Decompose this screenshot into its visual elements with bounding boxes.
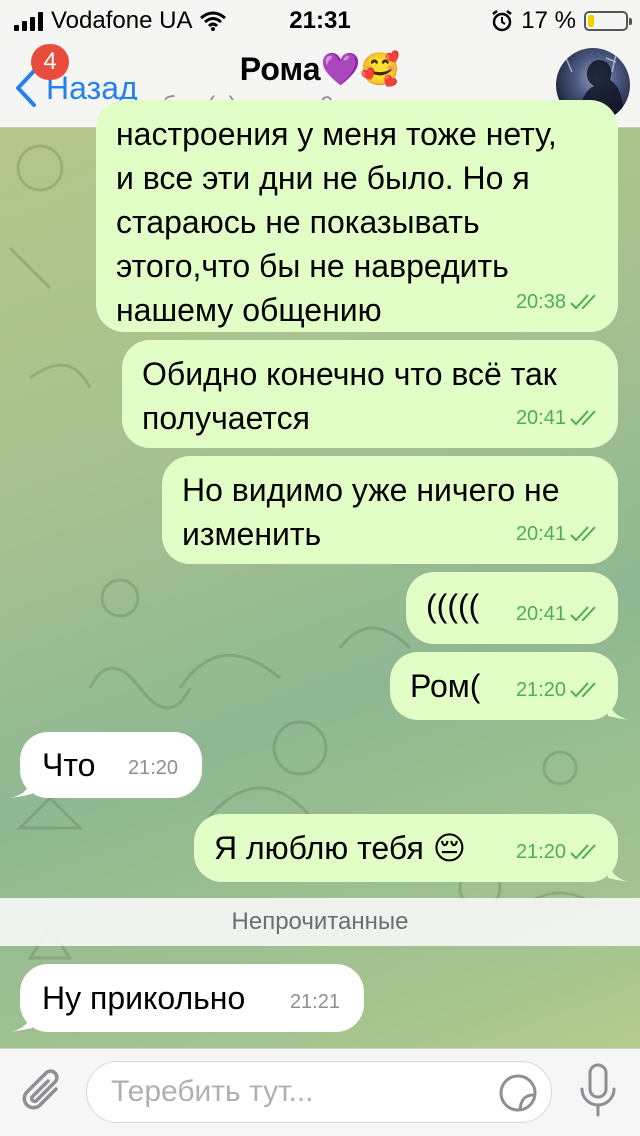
message-meta: 20:41 xyxy=(516,396,600,440)
message-meta: 21:20 xyxy=(516,668,600,712)
message-bubble-out[interactable]: Ром( 21:20 xyxy=(390,652,630,720)
message-time: 20:41 xyxy=(515,523,566,545)
message-meta: 20:41 xyxy=(516,512,600,556)
message-time: 21:20 xyxy=(127,757,178,779)
message-meta: 20:38 xyxy=(516,280,600,324)
message-meta: 21:21 xyxy=(290,980,340,1024)
double-check-icon xyxy=(570,526,596,542)
double-check-icon xyxy=(570,606,596,622)
bubble-tail xyxy=(10,1010,32,1032)
message-bubble-out[interactable]: настроения у меня тоже нету, и все эти д… xyxy=(96,100,618,332)
message-input[interactable]: Теребить тут... xyxy=(86,1061,552,1123)
message-time: 21:21 xyxy=(289,991,340,1013)
message-time: 20:41 xyxy=(515,603,566,625)
chat-title[interactable]: Рома💜🥰 xyxy=(0,50,640,88)
message-bubble-out[interactable]: Я люблю тебя 😔 21:20 xyxy=(194,814,630,882)
sticker-icon[interactable] xyxy=(497,1072,539,1114)
message-bubble-out[interactable]: Обидно конечно что всё так получается 20… xyxy=(122,340,618,448)
message-text: Что xyxy=(42,747,96,783)
alarm-icon xyxy=(492,10,513,32)
bubble-tail xyxy=(608,860,630,882)
message-input-placeholder: Теребить тут... xyxy=(111,1075,314,1108)
double-check-icon xyxy=(570,410,596,426)
message-time: 20:38 xyxy=(515,291,566,313)
message-meta: 20:41 xyxy=(516,592,600,636)
message-bubble-out[interactable]: ((((( 20:41 xyxy=(406,572,618,644)
message-meta: 21:20 xyxy=(128,746,178,790)
message-time: 20:41 xyxy=(515,407,566,429)
attach-icon[interactable] xyxy=(20,1067,66,1117)
double-check-icon xyxy=(570,844,596,860)
battery-fill xyxy=(588,15,595,27)
unread-divider: Непрочитанные xyxy=(0,898,640,946)
message-bubble-in[interactable]: Ну прикольно 21:21 xyxy=(10,964,364,1032)
bubble-tail xyxy=(10,776,32,798)
message-time: 21:20 xyxy=(515,841,566,863)
status-bar: Vodafone UA 21:31 17 % xyxy=(0,0,640,40)
composer-bar: Теребить тут... xyxy=(0,1048,640,1136)
message-bubble-in[interactable]: Что 21:20 xyxy=(10,732,202,798)
battery-icon xyxy=(584,11,632,31)
message-time: 21:20 xyxy=(515,679,566,701)
battery-percent: 17 % xyxy=(521,7,576,34)
double-check-icon xyxy=(570,294,596,310)
mic-icon[interactable] xyxy=(578,1063,618,1121)
double-check-icon xyxy=(570,682,596,698)
message-bubble-out[interactable]: Но видимо уже ничего не изменить 20:41 xyxy=(162,456,618,564)
bubble-tail xyxy=(608,698,630,720)
message-meta: 21:20 xyxy=(516,830,600,874)
